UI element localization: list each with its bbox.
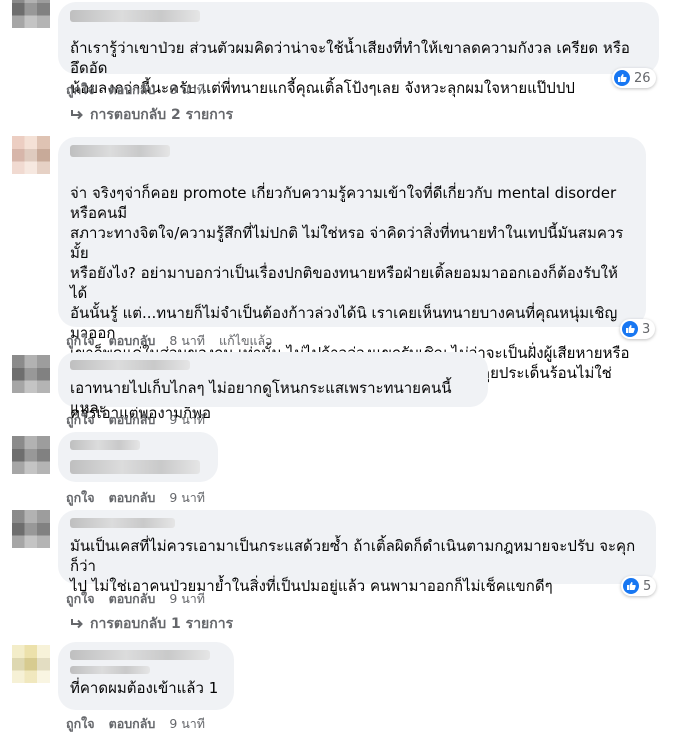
avatar[interactable] (12, 510, 50, 548)
timestamp[interactable]: 9 นาที (169, 488, 205, 508)
thumbs-up-icon (622, 321, 638, 337)
reply-button[interactable]: ตอบกลับ (109, 589, 156, 609)
commenter-name[interactable] (70, 360, 190, 370)
reply-button[interactable]: ตอบกลับ (109, 331, 156, 351)
like-button[interactable]: ถูกใจ (66, 589, 95, 609)
avatar[interactable] (12, 136, 50, 174)
reply-button[interactable]: ตอบกลับ (109, 714, 156, 734)
reply-arrow-icon (71, 110, 83, 120)
comment-text: ที่คาดผมต้องเข้าแล้ว 1 (70, 679, 219, 697)
comment-actions: ถูกใจ ตอบกลับ 9 นาที (66, 589, 219, 609)
avatar[interactable] (12, 436, 50, 474)
avatar[interactable] (12, 0, 50, 28)
avatar[interactable] (12, 645, 50, 683)
comment-actions: ถูกใจ ตอบกลับ 9 นาที (66, 488, 219, 508)
timestamp[interactable]: 9 นาที (169, 714, 205, 734)
edited-label[interactable]: แก้ไขแล้ว (219, 331, 272, 351)
blurred-comment-text (70, 460, 200, 474)
commenter-name[interactable] (70, 440, 140, 450)
reaction-number: 26 (634, 70, 651, 86)
comment-actions: ถูกใจ ตอบกลับ 9 นาที (66, 410, 219, 430)
reaction-count[interactable]: 26 (612, 68, 656, 88)
reaction-count[interactable]: 3 (620, 319, 656, 339)
reply-arrow-icon (71, 619, 83, 629)
replies-label: การตอบกลับ 1 รายการ (90, 616, 234, 632)
timestamp[interactable]: 8 นาที (169, 80, 205, 100)
view-replies-link[interactable]: การตอบกลับ 1 รายการ (70, 613, 233, 635)
reply-button[interactable]: ตอบกลับ (109, 488, 156, 508)
timestamp[interactable]: 9 นาที (169, 410, 205, 430)
commenter-name[interactable] (70, 10, 200, 22)
view-replies-link[interactable]: การตอบกลับ 2 รายการ (70, 104, 233, 126)
like-button[interactable]: ถูกใจ (66, 714, 95, 734)
comment-bubble: เอาทนายไปเก็บไกลๆ ไม่อยากดูโหนกระแสเพราะ… (58, 352, 488, 417)
reaction-number: 5 (643, 578, 652, 594)
like-button[interactable]: ถูกใจ (66, 410, 95, 430)
like-button[interactable]: ถูกใจ (66, 80, 95, 100)
comment-actions: ถูกใจ ตอบกลับ 8 นาที (66, 80, 219, 100)
timestamp[interactable]: 8 นาที (169, 331, 205, 351)
thumbs-up-icon (614, 70, 630, 86)
comment-text: มันเป็นเคสที่ไม่ควรเอามาเป็นกระแสด้วยซ้ำ… (70, 537, 636, 595)
timestamp[interactable]: 9 นาที (169, 589, 205, 609)
commenter-name[interactable] (70, 145, 170, 157)
replies-label: การตอบกลับ 2 รายการ (90, 107, 234, 123)
comment-bubble: มันเป็นเคสที่ไม่ควรเอามาเป็นกระแสด้วยซ้ำ… (58, 510, 656, 595)
comment-bubble: ถ้าเรารู้ว่าเขาป่วย ส่วนตัวผมคิดว่าน่าจะ… (58, 2, 659, 97)
like-button[interactable]: ถูกใจ (66, 331, 95, 351)
reaction-count[interactable]: 5 (621, 576, 657, 596)
comment-actions: ถูกใจ ตอบกลับ 9 นาที (66, 714, 219, 734)
comment-bubble: จ่า จริงๆจ่าก็คอย promote เกี่ยวกับความร… (58, 137, 646, 422)
avatar[interactable] (12, 355, 50, 393)
commenter-name[interactable] (70, 518, 175, 528)
reply-button[interactable]: ตอบกลับ (109, 80, 156, 100)
comment-bubble: ที่คาดผมต้องเข้าแล้ว 1 (58, 642, 234, 710)
thumbs-up-icon (623, 578, 639, 594)
comment-actions: ถูกใจ ตอบกลับ 8 นาที แก้ไขแล้ว (66, 331, 286, 351)
reaction-number: 3 (642, 321, 651, 337)
like-button[interactable]: ถูกใจ (66, 488, 95, 508)
comment-bubble (58, 432, 218, 482)
commenter-name[interactable] (70, 650, 210, 660)
commenter-subline (70, 666, 150, 674)
reply-button[interactable]: ตอบกลับ (109, 410, 156, 430)
